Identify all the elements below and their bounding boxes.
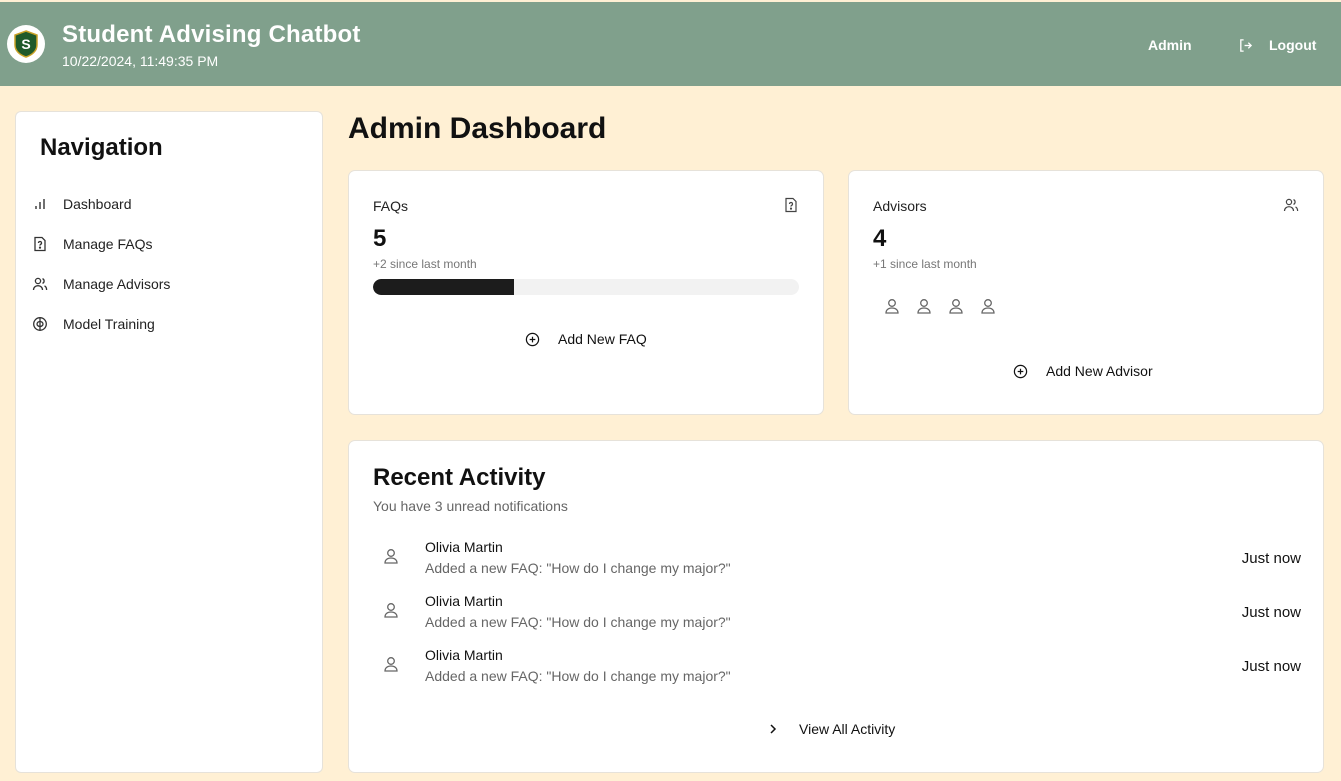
users-icon [1283,198,1299,212]
faq-stats-card: FAQs 5 +2 since last month Add New FAQ [348,170,824,415]
advisor-avatar-icon [981,299,995,314]
recent-activity-title: Recent Activity [373,464,546,491]
svg-text:S: S [21,36,30,52]
sidebar-item-manage-faqs[interactable]: Manage FAQs [32,232,153,256]
advisors-card-label: Advisors [873,198,927,214]
header-datetime: 10/22/2024, 11:49:35 PM [62,53,219,69]
advisors-count: 4 [873,225,887,252]
activity-description: Added a new FAQ: "How do I change my maj… [425,614,731,630]
bar-chart-icon [35,199,45,209]
advisor-avatar-icon [917,299,931,314]
advisor-avatar-icon [885,299,899,314]
sidebar-item-label: Manage Advisors [63,276,171,292]
advisors-stats-card: Advisors 4 +1 since last month Add New A… [848,170,1324,415]
activity-description: Added a new FAQ: "How do I change my maj… [425,560,731,576]
user-icon [384,549,398,564]
add-new-advisor-button[interactable]: Add New Advisor [1013,363,1153,379]
sidebar-item-label: Model Training [63,316,155,332]
sidebar-item-label: Manage FAQs [63,236,153,252]
sidebar-item-model-training[interactable]: Model Training [32,312,155,336]
plus-circle-icon [525,332,540,346]
app-logo: S [7,25,45,63]
user-icon [384,657,398,672]
sidebar-title: Navigation [40,134,163,161]
activity-row[interactable]: Olivia Martin Added a new FAQ: "How do I… [373,593,1301,637]
logout-label: Logout [1269,37,1317,53]
advisors-change-text: +1 since last month [873,257,977,271]
sidebar-item-manage-advisors[interactable]: Manage Advisors [32,272,170,296]
activity-user-name: Olivia Martin [425,647,503,663]
activity-user-name: Olivia Martin [425,593,503,609]
brain-icon [33,317,47,331]
top-header-bar: S Student Advising Chatbot 10/22/2024, 1… [0,2,1341,86]
sidebar: Navigation Dashboard Manage FAQs Manage … [15,111,323,773]
add-new-faq-button[interactable]: Add New FAQ [525,331,647,347]
sidebar-item-dashboard[interactable]: Dashboard [32,192,132,216]
faq-icon [34,236,46,252]
activity-user-name: Olivia Martin [425,539,503,555]
shield-logo-icon: S [14,30,38,58]
logout-icon [1240,38,1253,52]
faq-card-label: FAQs [373,198,409,214]
activity-row[interactable]: Olivia Martin Added a new FAQ: "How do I… [373,647,1301,691]
recent-activity-card: Recent Activity You have 3 unread notifi… [348,440,1324,773]
chevron-right-icon [770,724,777,734]
activity-time: Just now [1241,550,1301,567]
user-icon [384,603,398,618]
page-title: Admin Dashboard [348,112,607,145]
view-all-activity-button[interactable]: View All Activity [767,721,895,737]
faq-count: 5 [373,225,387,252]
sidebar-item-label: Dashboard [63,196,132,212]
add-new-advisor-label: Add New Advisor [1046,363,1153,379]
app-title: Student Advising Chatbot [62,21,361,48]
advisor-avatar-icon [949,299,963,314]
activity-description: Added a new FAQ: "How do I change my maj… [425,668,731,684]
advisor-avatars [883,297,997,315]
activity-row[interactable]: Olivia Martin Added a new FAQ: "How do I… [373,539,1301,583]
user-role-label[interactable]: Admin [1148,37,1192,53]
plus-circle-icon [1013,364,1028,378]
faq-progress-bar [373,279,799,295]
view-all-activity-label: View All Activity [799,721,896,737]
recent-activity-subtitle: You have 3 unread notifications [373,498,568,514]
activity-time: Just now [1241,658,1301,675]
logout-button[interactable]: Logout [1238,37,1316,53]
users-icon [32,277,48,291]
faq-icon [785,197,797,213]
faq-change-text: +2 since last month [373,257,477,271]
activity-time: Just now [1241,604,1301,621]
add-new-faq-label: Add New FAQ [558,331,647,347]
faq-progress-fill [373,279,514,295]
